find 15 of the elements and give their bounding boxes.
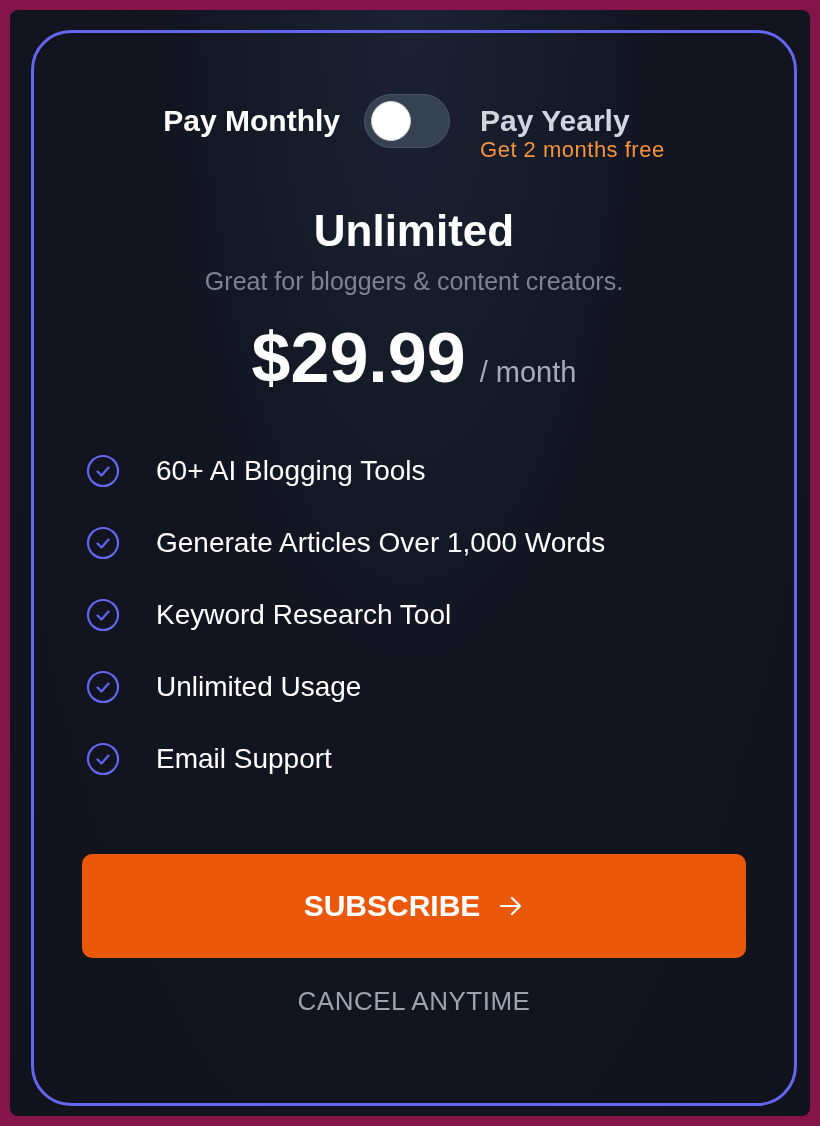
feature-text: Email Support — [156, 742, 332, 776]
feature-text: Unlimited Usage — [156, 670, 362, 704]
yearly-label: Pay Yearly — [480, 103, 631, 139]
feature-text: 60+ AI Blogging Tools — [156, 454, 426, 488]
monthly-label: Pay Monthly — [163, 103, 341, 139]
feature-text: Generate Articles Over 1,000 Words — [156, 526, 606, 560]
billing-switch[interactable] — [364, 94, 451, 148]
cancel-note: CANCEL ANYTIME — [297, 986, 531, 1017]
discount-note: Get 2 months free — [480, 137, 665, 163]
subscribe-button[interactable]: SUBSCRIBE — [82, 854, 746, 958]
feature-text: Keyword Research Tool — [156, 598, 452, 632]
price-period: / month — [479, 356, 577, 389]
plan-name: Unlimited — [313, 205, 515, 257]
plan-tagline: Great for bloggers & content creators. — [204, 266, 624, 297]
price: $29.99 — [251, 318, 466, 399]
